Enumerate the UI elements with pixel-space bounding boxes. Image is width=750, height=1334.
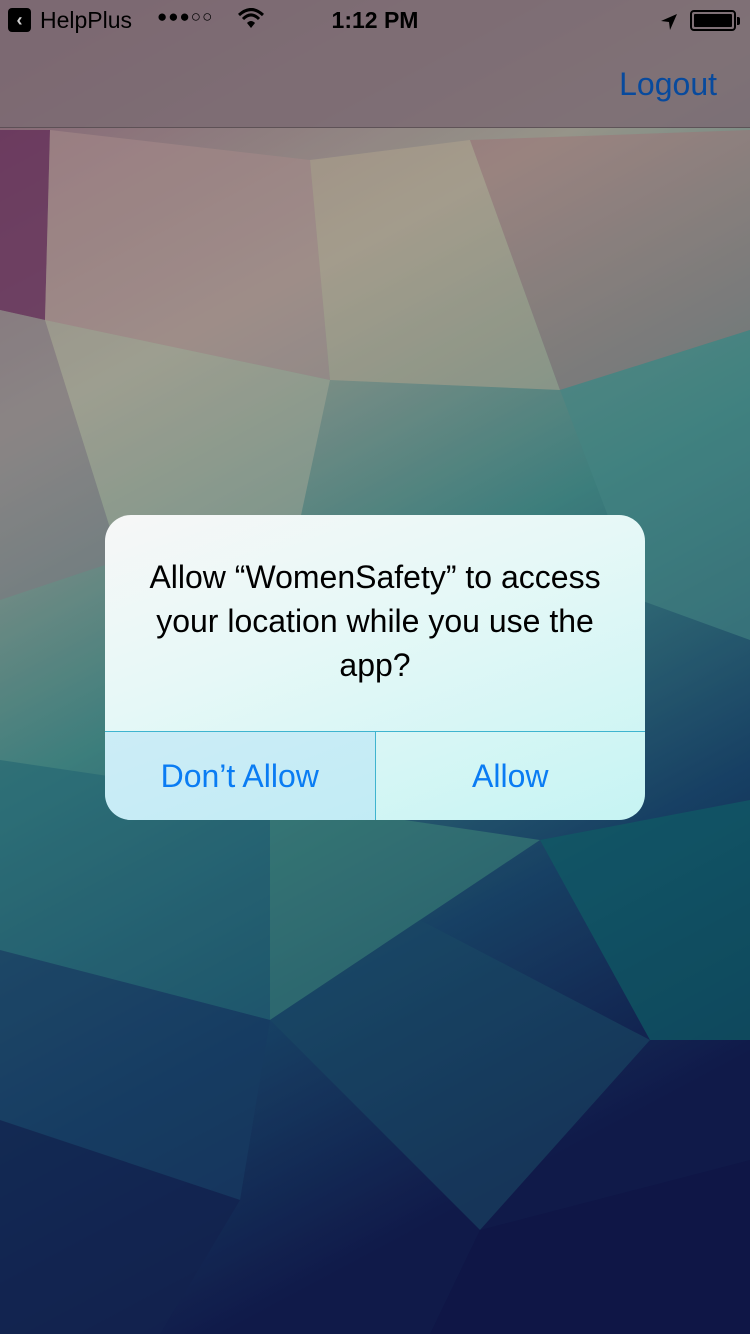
dont-allow-button[interactable]: Don’t Allow: [105, 732, 376, 820]
allow-button[interactable]: Allow: [376, 732, 646, 820]
location-permission-alert: Allow “WomenSafety” to access your locat…: [105, 515, 645, 820]
alert-message: Allow “WomenSafety” to access your locat…: [149, 559, 601, 683]
